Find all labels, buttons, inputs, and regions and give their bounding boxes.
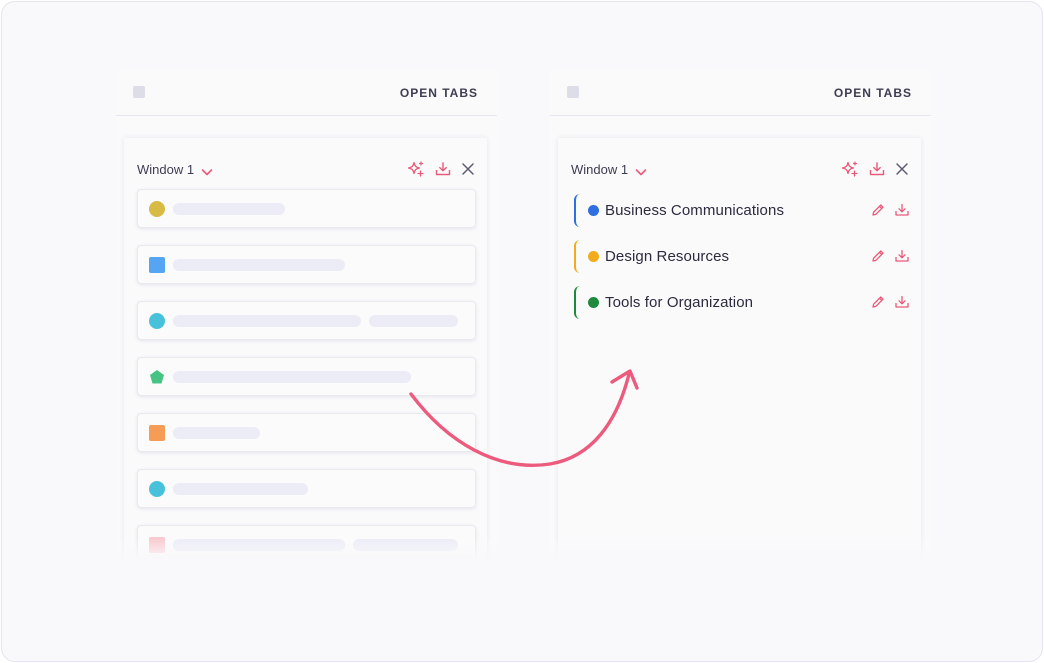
tab-title-placeholder xyxy=(173,259,345,271)
panel-title: OPEN TABS xyxy=(833,86,912,100)
tab-group-tools-for-organization[interactable]: Tools for Organization xyxy=(574,286,916,319)
download-icon[interactable] xyxy=(434,160,452,178)
group-color-accent xyxy=(574,286,584,319)
window-label: Window 1 xyxy=(571,162,629,177)
window-card: Window 1 xyxy=(558,138,921,618)
download-icon[interactable] xyxy=(868,160,886,178)
tab-item[interactable] xyxy=(137,357,476,396)
chevron-down-icon[interactable] xyxy=(201,164,213,182)
download-icon[interactable] xyxy=(894,202,910,218)
close-icon[interactable] xyxy=(459,160,477,178)
favicon-blue-square-icon xyxy=(149,257,165,273)
favicon-orange-square-icon xyxy=(149,425,165,441)
sparkle-icon[interactable] xyxy=(841,160,859,178)
group-title: Business Communications xyxy=(605,202,785,219)
window-header: Window 1 xyxy=(571,160,911,180)
window-label: Window 1 xyxy=(137,162,195,177)
tab-url-placeholder xyxy=(369,315,458,327)
window-card: Window 1 xyxy=(124,138,487,618)
sparkle-icon[interactable] xyxy=(407,160,425,178)
open-tabs-panel-before: OPEN TABS Window 1 xyxy=(116,70,497,630)
pencil-icon[interactable] xyxy=(870,248,886,264)
tab-title-placeholder xyxy=(173,371,411,383)
tab-group-design-resources[interactable]: Design Resources xyxy=(574,240,916,273)
tab-item[interactable] xyxy=(137,189,476,228)
tab-title-placeholder xyxy=(173,483,308,495)
close-icon[interactable] xyxy=(893,160,911,178)
open-tabs-panel-after: OPEN TABS Window 1 Business Communicatio… xyxy=(550,70,931,630)
tab-item[interactable] xyxy=(137,469,476,508)
tab-item[interactable] xyxy=(137,525,476,564)
group-dot-icon xyxy=(588,205,599,216)
tab-item[interactable] xyxy=(137,245,476,284)
group-dot-icon xyxy=(588,297,599,308)
group-title: Design Resources xyxy=(605,248,730,265)
panel-header: OPEN TABS xyxy=(116,70,497,116)
download-icon[interactable] xyxy=(894,248,910,264)
pencil-icon[interactable] xyxy=(870,202,886,218)
group-color-accent xyxy=(574,240,584,273)
group-dot-icon xyxy=(588,251,599,262)
app-logo-icon xyxy=(133,86,145,98)
tab-item[interactable] xyxy=(137,301,476,340)
tab-title-placeholder xyxy=(173,203,285,215)
pencil-icon[interactable] xyxy=(870,294,886,310)
favicon-green-pentagon-icon xyxy=(149,369,165,385)
illustration-frame: OPEN TABS Window 1 OPEN TABS Window 1 Bu… xyxy=(1,1,1043,662)
tab-title-placeholder xyxy=(173,539,345,551)
tab-title-placeholder xyxy=(173,427,260,439)
chevron-down-icon[interactable] xyxy=(635,164,647,182)
download-icon[interactable] xyxy=(894,294,910,310)
group-title: Tools for Organization xyxy=(605,294,754,311)
tab-group-business-communications[interactable]: Business Communications xyxy=(574,194,916,227)
tab-url-placeholder xyxy=(353,539,458,551)
favicon-cyan-circle-icon xyxy=(149,481,165,497)
favicon-pink-square-icon xyxy=(149,537,165,553)
panel-header: OPEN TABS xyxy=(550,70,931,116)
tab-title-placeholder xyxy=(173,315,361,327)
group-color-accent xyxy=(574,194,584,227)
favicon-yellow-circle-icon xyxy=(149,201,165,217)
window-header: Window 1 xyxy=(137,160,477,180)
app-logo-icon xyxy=(567,86,579,98)
favicon-cyan-circle-icon xyxy=(149,313,165,329)
panel-title: OPEN TABS xyxy=(399,86,478,100)
window-actions xyxy=(841,160,911,180)
window-actions xyxy=(407,160,477,180)
tab-item[interactable] xyxy=(137,413,476,452)
